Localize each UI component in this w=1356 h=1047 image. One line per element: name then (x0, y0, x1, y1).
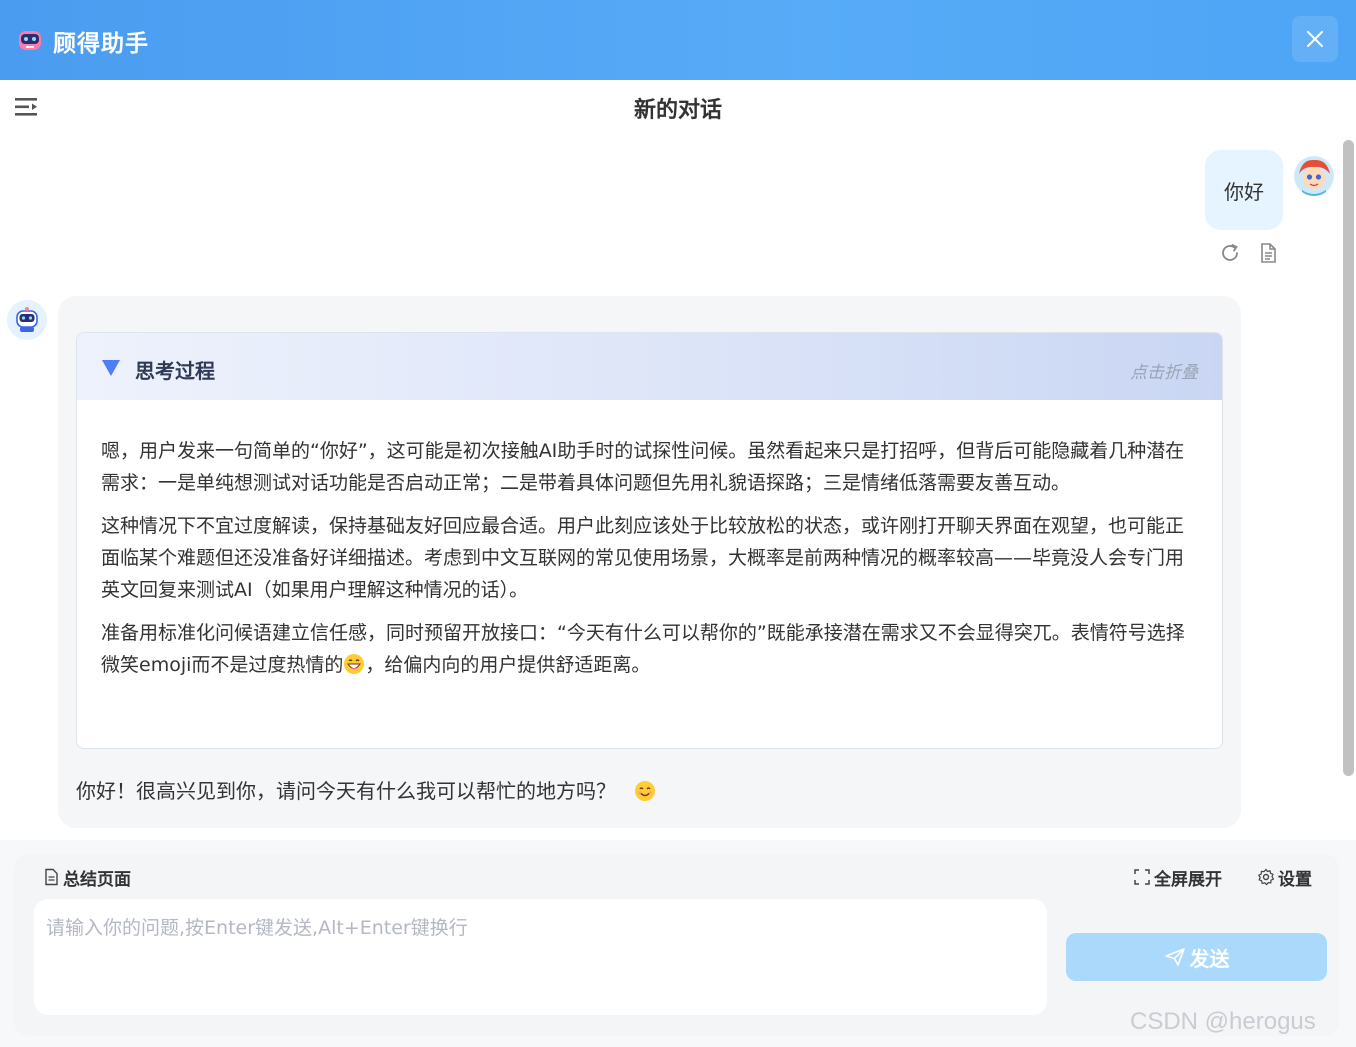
send-label: 发送 (1189, 946, 1230, 971)
thinking-paragraph: 嗯，用户发来一句简单的“你好”，这可能是初次接触AI助手时的试探性问候。虽然看起… (101, 440, 1185, 494)
user-message-bubble: 你好 (1205, 150, 1283, 230)
thinking-paragraph: 这种情况下不宜过度解读，保持基础友好回应最合适。用户此刻应该处于比较放松的状态，… (101, 515, 1185, 601)
collapse-toggle[interactable]: 点击折叠 (1130, 358, 1198, 383)
settings-label: 设置 (1278, 869, 1312, 890)
refresh-icon[interactable] (1219, 242, 1241, 264)
bot-answer-text: 你好！很高兴见到你，请问今天有什么我可以帮忙的地方吗？ (76, 779, 616, 803)
fullscreen-label: 全屏展开 (1154, 869, 1222, 890)
send-button[interactable]: 发送 (1066, 933, 1327, 981)
settings-button[interactable]: 设置 (1257, 864, 1312, 890)
close-button[interactable] (1292, 16, 1338, 62)
robot-logo-icon (19, 31, 41, 50)
fullscreen-button[interactable]: 全屏展开 (1133, 864, 1222, 890)
file-icon (45, 868, 58, 886)
thinking-content: 嗯，用户发来一句简单的“你好”，这可能是初次接触AI助手时的试探性问候。虽然看起… (101, 435, 1201, 692)
bot-answer: 你好！很高兴见到你，请问今天有什么我可以帮忙的地方吗？ (76, 775, 656, 804)
conversation-title: 新的对话 (633, 98, 722, 123)
summarize-page-label: 总结页面 (63, 869, 131, 890)
thinking-title: 思考过程 (135, 359, 215, 383)
triangle-down-icon (102, 360, 120, 376)
app-title: 顾得助手 (53, 31, 149, 57)
fullscreen-icon (1134, 869, 1150, 885)
user-avatar (1294, 156, 1334, 196)
chat-input[interactable] (34, 899, 1047, 1015)
thinking-panel: 思考过程 点击折叠 嗯，用户发来一句简单的“你好”，这可能是初次接触AI助手时的… (76, 332, 1223, 749)
grin-emoji-icon (344, 654, 365, 674)
gear-icon (1257, 868, 1275, 886)
bot-avatar (7, 300, 47, 340)
thinking-header[interactable]: 思考过程 点击折叠 (77, 333, 1222, 400)
title-bar: 顾得助手 (0, 0, 1356, 80)
send-icon (1164, 948, 1185, 966)
user-message-text: 你好 (1224, 179, 1264, 204)
document-icon[interactable] (1257, 242, 1279, 264)
smile-emoji-icon (635, 781, 656, 801)
close-icon (1307, 31, 1323, 47)
thinking-paragraph: 准备用标准化问候语建立信任感，同时预留开放接口：“今天有什么可以帮你的”既能承接… (101, 617, 1201, 681)
watermark: CSDN @herogus (1130, 1008, 1316, 1035)
thinking-text: ，给偏内向的用户提供舒适距离。 (365, 654, 651, 676)
chat-scrollbar[interactable] (1343, 140, 1354, 776)
summarize-page-button[interactable]: 总结页面 (42, 864, 131, 890)
